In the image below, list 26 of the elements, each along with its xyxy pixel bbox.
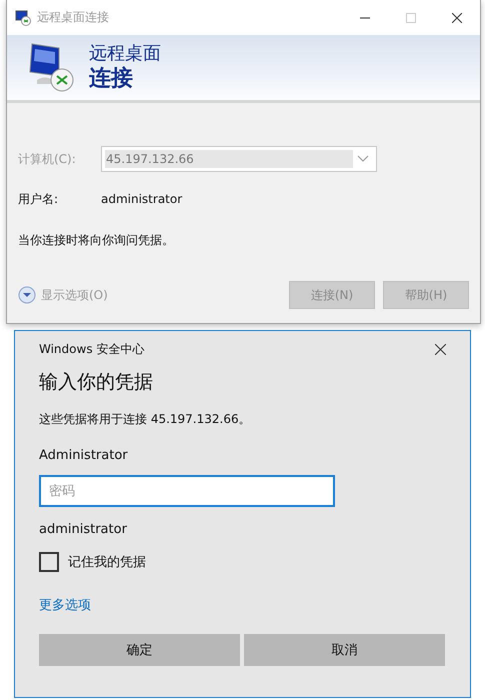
chevron-down-icon bbox=[357, 155, 369, 163]
remember-checkbox[interactable] bbox=[39, 552, 59, 572]
computer-label: 计算机(C): bbox=[18, 150, 77, 168]
show-options-toggle[interactable]: 显示选项(O) bbox=[18, 286, 108, 304]
close-icon[interactable] bbox=[435, 344, 446, 354]
close-icon bbox=[452, 12, 462, 22]
checkbox-label: 记住我的凭据 bbox=[68, 554, 146, 571]
maximize-icon bbox=[406, 12, 416, 22]
username-text: administrator bbox=[39, 522, 128, 537]
dialog-message: 这些凭据将用于连接 45.197.132.66。 bbox=[39, 411, 252, 428]
monitor-icon bbox=[27, 42, 75, 94]
dialog-heading: 输入你的凭据 bbox=[39, 370, 154, 395]
banner-subtitle: 连接 bbox=[89, 64, 134, 92]
window-title: 远程桌面连接 bbox=[37, 9, 110, 26]
credentials-note: 当你连接时将向你询问凭据。 bbox=[18, 232, 175, 249]
dialog-button[interactable]: 取消 bbox=[244, 634, 445, 666]
username-value: administrator bbox=[101, 192, 182, 206]
account-name: Administrator bbox=[39, 448, 129, 463]
more-options-link[interactable]: 更多选项 bbox=[39, 596, 91, 614]
username-label: 用户名: bbox=[18, 190, 60, 208]
banner-title: 远程桌面 bbox=[89, 42, 161, 64]
dialog-title: Windows 安全中心 bbox=[39, 340, 144, 358]
dialog-button[interactable]: 确定 bbox=[39, 634, 240, 666]
expand-icon bbox=[18, 286, 36, 304]
password-field[interactable]: 密码 bbox=[39, 475, 335, 507]
monitor-icon bbox=[15, 10, 31, 26]
